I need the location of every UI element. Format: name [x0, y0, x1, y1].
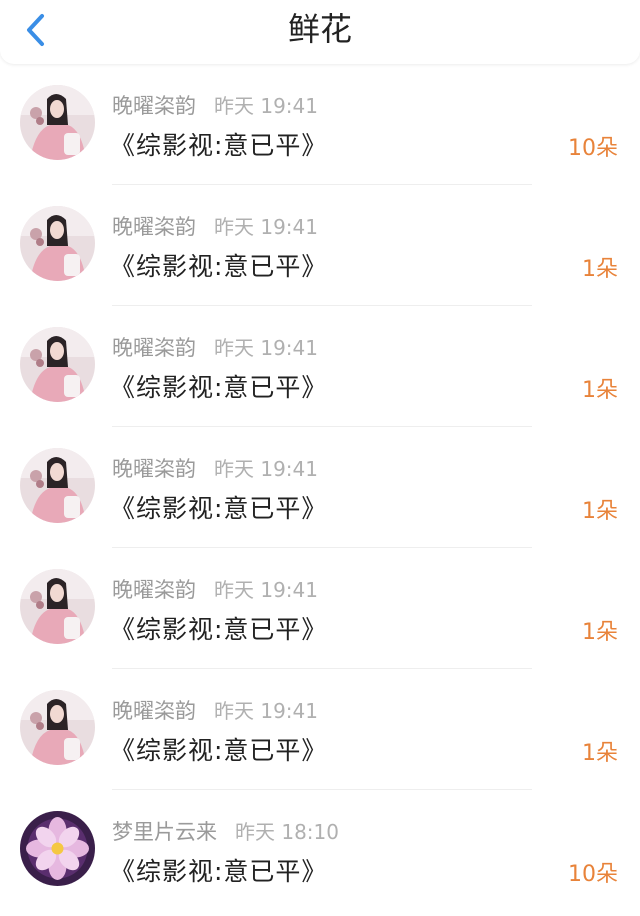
- timestamp: 昨天 19:41: [214, 699, 318, 723]
- girl-avatar-icon: [20, 448, 95, 523]
- sender-name: 晚曜栥韵 昨天 19:41: [112, 457, 318, 481]
- flower-count: 1朵: [582, 257, 618, 282]
- sender-name: 晚曜栥韵 昨天 19:41: [112, 578, 318, 602]
- sender-name: 晚曜栥韵 昨天 19:41: [112, 699, 318, 723]
- flower-count: 1朵: [582, 499, 618, 524]
- girl-avatar-icon: [20, 569, 95, 644]
- girl-avatar-icon: [20, 206, 95, 281]
- girl-avatar-icon: [20, 690, 95, 765]
- timestamp: 昨天 19:41: [214, 578, 318, 602]
- avatar[interactable]: [20, 448, 95, 523]
- list-item[interactable]: 晚曜栥韵 昨天 19:41 《综影视:意已平》 10朵: [0, 64, 640, 185]
- avatar[interactable]: [20, 327, 95, 402]
- timestamp: 昨天 18:10: [235, 820, 339, 844]
- list-item[interactable]: 晚曜栥韵 昨天 19:41 《综影视:意已平》 1朵: [0, 427, 640, 548]
- list-item[interactable]: 晚曜栥韵 昨天 19:41 《综影视:意已平》 1朵: [0, 669, 640, 790]
- book-title: 《综影视:意已平》: [110, 131, 328, 160]
- book-title: 《综影视:意已平》: [110, 857, 328, 886]
- list-item[interactable]: 梦里片云来 昨天 18:10 《综影视:意已平》 10朵: [0, 790, 640, 911]
- timestamp: 昨天 19:41: [214, 215, 318, 239]
- avatar[interactable]: [20, 206, 95, 281]
- girl-avatar-icon: [20, 327, 95, 402]
- timestamp: 昨天 19:41: [214, 457, 318, 481]
- flower-count: 1朵: [582, 378, 618, 403]
- avatar[interactable]: [20, 569, 95, 644]
- list-item[interactable]: 晚曜栥韵 昨天 19:41 《综影视:意已平》 1朵: [0, 306, 640, 427]
- timestamp: 昨天 19:41: [214, 94, 318, 118]
- list-item[interactable]: 晚曜栥韵 昨天 19:41 《综影视:意已平》 1朵: [0, 185, 640, 306]
- avatar[interactable]: [20, 690, 95, 765]
- flower-avatar-icon: [20, 811, 95, 886]
- book-title: 《综影视:意已平》: [110, 373, 328, 402]
- book-title: 《综影视:意已平》: [110, 252, 328, 281]
- top-bar: 鲜花: [0, 0, 640, 64]
- book-title: 《综影视:意已平》: [110, 494, 328, 523]
- page-title: 鲜花: [287, 10, 352, 48]
- list-item[interactable]: 晚曜栥韵 昨天 19:41 《综影视:意已平》 1朵: [0, 548, 640, 669]
- sender-name: 梦里片云来 昨天 18:10: [112, 820, 339, 844]
- flower-list: 晚曜栥韵 昨天 19:41 《综影视:意已平》 10朵 晚曜栥韵 昨天 19:41 …: [0, 64, 640, 916]
- flower-count: 1朵: [582, 620, 618, 645]
- flower-count: 10朵: [568, 136, 618, 161]
- book-title: 《综影视:意已平》: [110, 736, 328, 765]
- timestamp: 昨天 19:41: [214, 336, 318, 360]
- flower-count: 10朵: [568, 862, 618, 887]
- book-title: 《综影视:意已平》: [110, 615, 328, 644]
- girl-avatar-icon: [20, 85, 95, 160]
- avatar[interactable]: [20, 85, 95, 160]
- avatar[interactable]: [20, 811, 95, 886]
- sender-name: 晚曜栥韵 昨天 19:41: [112, 336, 318, 360]
- sender-name: 晚曜栥韵 昨天 19:41: [112, 94, 318, 118]
- sender-name: 晚曜栥韵 昨天 19:41: [112, 215, 318, 239]
- flower-count: 1朵: [582, 741, 618, 766]
